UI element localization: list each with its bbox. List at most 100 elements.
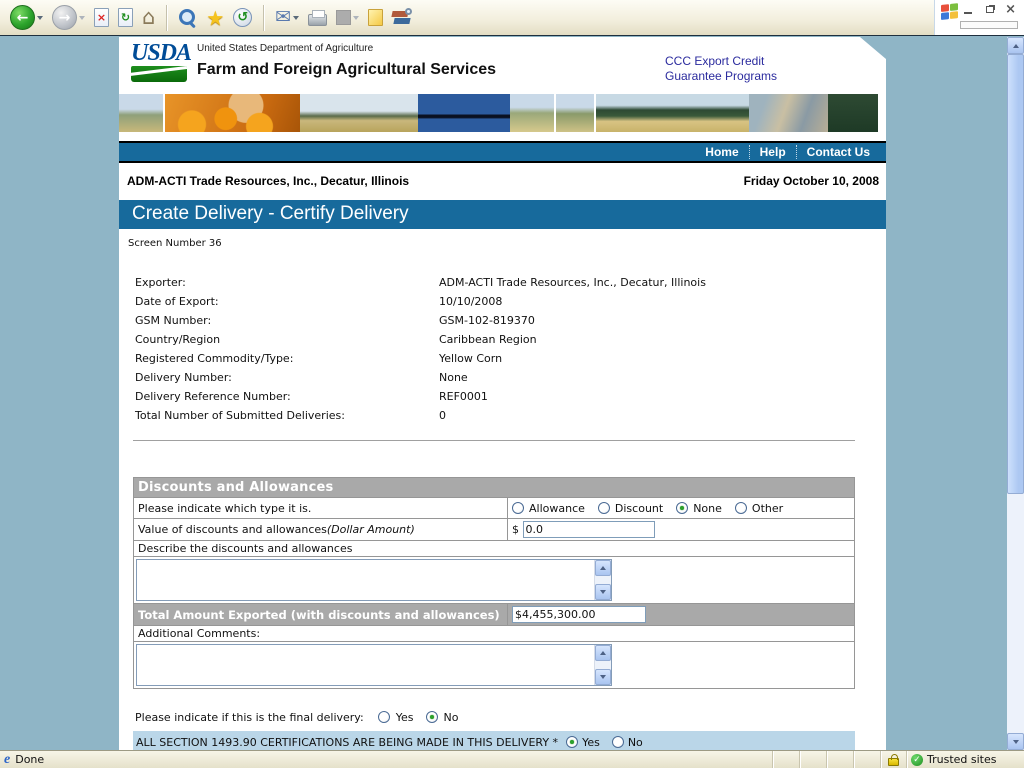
discount-type-radio-group: Allowance Discount None Other bbox=[512, 502, 854, 515]
textarea-scrollbar[interactable] bbox=[594, 560, 611, 600]
radio-cert-no[interactable] bbox=[612, 736, 624, 748]
detail-label: Country/Region bbox=[119, 333, 439, 352]
scrollbar-down-icon[interactable] bbox=[1007, 733, 1024, 750]
radio-allowance[interactable] bbox=[512, 502, 524, 514]
usda-logo-text: USDA bbox=[131, 41, 193, 65]
scrollbar-thumb[interactable] bbox=[1007, 54, 1024, 494]
scroll-up-icon[interactable] bbox=[595, 560, 611, 576]
research-button[interactable] bbox=[390, 6, 414, 29]
total-exported-label: Total Amount Exported (with discounts an… bbox=[134, 604, 508, 626]
radio-none[interactable] bbox=[676, 502, 688, 514]
back-dropdown-icon[interactable] bbox=[37, 16, 43, 20]
home-button[interactable]: ⌂ bbox=[140, 5, 157, 30]
restore-button[interactable] bbox=[986, 6, 994, 13]
detail-value: 0 bbox=[439, 409, 446, 428]
status-bar: e Done ✓ Trusted sites bbox=[0, 750, 1024, 768]
detail-row: Total Number of Submitted Deliveries:0 bbox=[119, 409, 886, 428]
banner-photo-prairie2 bbox=[556, 94, 594, 132]
usda-header: USDA United States Department of Agricul… bbox=[119, 37, 886, 94]
photo-banner bbox=[119, 94, 886, 132]
radio-final-yes[interactable] bbox=[378, 711, 390, 723]
ie-page-icon: e bbox=[4, 753, 10, 767]
trusted-check-icon: ✓ bbox=[911, 754, 923, 766]
ccc-programs-link[interactable]: CCC Export Credit Guarantee Programs bbox=[665, 54, 777, 84]
additional-comments-label: Additional Comments: bbox=[134, 626, 855, 642]
forward-button[interactable]: → bbox=[50, 3, 87, 32]
discount-value-input[interactable] bbox=[523, 521, 655, 538]
status-pane bbox=[826, 751, 853, 768]
final-delivery-label: Please indicate if this is the final del… bbox=[135, 711, 364, 724]
detail-value: Yellow Corn bbox=[439, 352, 502, 371]
additional-comments-textarea[interactable] bbox=[136, 644, 612, 686]
favorites-button[interactable]: ★ bbox=[204, 6, 226, 30]
edit-icon bbox=[336, 10, 351, 25]
detail-label: Delivery Number: bbox=[119, 371, 439, 390]
security-zone-pane: ✓ Trusted sites bbox=[906, 751, 1024, 768]
status-text: Done bbox=[15, 753, 44, 766]
window-controls-box: × bbox=[934, 0, 1024, 35]
describe-discounts-label: Describe the discounts and allowances bbox=[134, 541, 855, 557]
edit-dropdown-icon bbox=[353, 16, 359, 20]
detail-label: Registered Commodity/Type: bbox=[119, 352, 439, 371]
usda-logo-field-icon bbox=[131, 66, 187, 82]
total-exported-input[interactable] bbox=[512, 606, 646, 623]
mail-button[interactable]: ✉ bbox=[273, 6, 301, 29]
ccc-link-line2[interactable]: Guarantee Programs bbox=[665, 69, 777, 84]
context-bar: ADM-ACTI Trade Resources, Inc., Decatur,… bbox=[119, 174, 886, 189]
padlock-icon bbox=[888, 758, 899, 766]
close-button[interactable]: × bbox=[1005, 3, 1016, 16]
banner-photo-trees bbox=[828, 94, 878, 132]
textarea-scrollbar[interactable] bbox=[594, 645, 611, 685]
radio-cert-no-label: No bbox=[628, 736, 643, 749]
nav-contact-us[interactable]: Contact Us bbox=[797, 145, 880, 159]
refresh-button[interactable]: ↻ bbox=[116, 6, 135, 29]
detail-row: Delivery Reference Number:REF0001 bbox=[119, 390, 886, 409]
discounts-section-header: Discounts and Allowances bbox=[134, 478, 855, 498]
header-corner-notch bbox=[860, 37, 886, 59]
radio-cert-yes[interactable] bbox=[566, 736, 578, 748]
exporter-name: ADM-ACTI Trade Resources, Inc., Decatur,… bbox=[127, 174, 409, 189]
radio-discount-label: Discount bbox=[615, 502, 663, 515]
messenger-icon bbox=[368, 9, 383, 26]
detail-value: Caribbean Region bbox=[439, 333, 537, 352]
radio-final-no[interactable] bbox=[426, 711, 438, 723]
detail-row: Country/RegionCaribbean Region bbox=[119, 333, 886, 352]
refresh-icon: ↻ bbox=[118, 8, 133, 27]
banner-photo-oranges bbox=[165, 94, 300, 132]
research-books-icon bbox=[392, 8, 412, 27]
department-name: United States Department of Agriculture bbox=[197, 43, 373, 54]
current-date: Friday October 10, 2008 bbox=[744, 174, 879, 189]
nav-home[interactable]: Home bbox=[695, 145, 748, 159]
edit-button[interactable] bbox=[334, 8, 361, 27]
history-button[interactable]: ↺ bbox=[231, 6, 254, 29]
vertical-scrollbar[interactable] bbox=[1007, 37, 1024, 750]
radio-other[interactable] bbox=[735, 502, 747, 514]
back-button[interactable]: ← bbox=[8, 3, 45, 32]
minimize-button[interactable] bbox=[964, 12, 972, 14]
banner-photo-field bbox=[300, 94, 418, 132]
radio-discount[interactable] bbox=[598, 502, 610, 514]
stop-button[interactable]: × bbox=[92, 6, 111, 29]
divider-bar bbox=[119, 161, 886, 163]
scroll-up-icon[interactable] bbox=[595, 645, 611, 661]
security-lock-pane bbox=[880, 751, 906, 768]
mail-dropdown-icon[interactable] bbox=[293, 16, 299, 20]
dollar-amount-note: (Dollar Amount) bbox=[327, 523, 415, 536]
page-title: Create Delivery - Certify Delivery bbox=[119, 200, 886, 229]
detail-label: Exporter: bbox=[119, 276, 439, 295]
scroll-down-icon[interactable] bbox=[595, 584, 611, 600]
nav-help[interactable]: Help bbox=[750, 145, 796, 159]
scroll-down-icon[interactable] bbox=[595, 669, 611, 685]
print-button[interactable] bbox=[306, 7, 329, 28]
search-icon bbox=[178, 8, 197, 27]
messenger-button[interactable] bbox=[366, 7, 385, 28]
stop-icon: × bbox=[94, 8, 109, 27]
ccc-link-line1[interactable]: CCC Export Credit bbox=[665, 54, 777, 69]
scrollbar-up-icon[interactable] bbox=[1007, 37, 1024, 54]
usda-logo: USDA bbox=[131, 41, 193, 82]
search-button[interactable] bbox=[176, 6, 199, 29]
currency-prefix: $ bbox=[512, 523, 519, 536]
describe-discounts-textarea[interactable] bbox=[136, 559, 612, 601]
certification-label: ALL SECTION 1493.90 CERTIFICATIONS ARE B… bbox=[136, 736, 558, 749]
detail-value: 10/10/2008 bbox=[439, 295, 502, 314]
